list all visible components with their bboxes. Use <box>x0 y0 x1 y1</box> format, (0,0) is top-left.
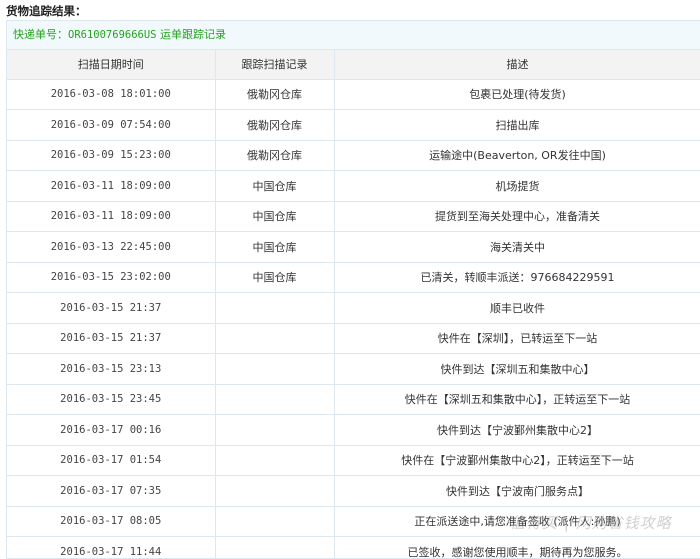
table-row: 2016-03-17 08:05 正在派送途中,请您准备签收 (派件人:孙鹏) <box>7 506 700 537</box>
page-title: 货物追踪结果： <box>6 4 87 18</box>
cell-description: 运输途中(Beaverton, OR发往中国) <box>334 140 700 171</box>
cell-description: 扫描出库 <box>334 109 700 141</box>
header-scan-time: 扫描日期时间 <box>7 50 216 80</box>
cell-scan-time: 2016-03-17 08:05 <box>7 506 216 537</box>
cell-scan-time: 2016-03-13 22:45:00 <box>7 231 216 263</box>
table-row: 2016-03-15 23:02:00 中国仓库 已清关，转顺丰派送：9766842… <box>7 262 700 293</box>
table-row: 2016-03-15 23:45 快件在【深圳五和集散中心】，正转运至下一站 <box>7 384 700 415</box>
table-row: 2016-03-17 07:35 快件到达【宁波南门服务点】 <box>7 475 700 507</box>
cell-scan-time: 2016-03-15 23:02:00 <box>7 262 216 293</box>
tracking-page: 货物追踪结果： 快递单号：OR6100769666US 运单跟踪记录 扫描日期时… <box>0 0 700 559</box>
cell-scan-time: 2016-03-09 15:23:00 <box>7 140 216 171</box>
table-body: 2016-03-08 18:01:00 俄勒冈仓库 包裹已处理(待发货) 2016-0… <box>7 79 700 558</box>
cell-scan-time: 2016-03-17 01:54 <box>7 445 216 476</box>
header-description: 描述 <box>334 50 700 80</box>
cell-scan-record: 中国仓库 <box>215 201 335 232</box>
table-row: 2016-03-13 22:45:00 中国仓库 海关清关中 <box>7 231 700 263</box>
cell-scan-time: 2016-03-11 18:09:00 <box>7 201 216 232</box>
cell-scan-record <box>215 506 335 537</box>
cell-description: 正在派送途中,请您准备签收 (派件人:孙鹏) <box>334 506 700 537</box>
cell-scan-record: 中国仓库 <box>215 231 335 263</box>
cell-scan-record <box>215 536 335 558</box>
tracking-number: OR6100769666US <box>68 29 157 41</box>
cell-description: 快件到达【深圳五和集散中心】 <box>334 353 700 385</box>
cell-description: 快件在【深圳】，已转运至下一站 <box>334 323 700 354</box>
cell-scan-record <box>215 292 335 324</box>
cell-description: 已清关，转顺丰派送：976684229591 <box>334 262 700 293</box>
table-row: 2016-03-11 18:09:00 中国仓库 机场提货 <box>7 170 700 202</box>
cell-description: 提货到至海关处理中心，准备清关 <box>334 201 700 232</box>
cell-scan-record: 俄勒冈仓库 <box>215 109 335 141</box>
table-row: 2016-03-17 11:44 已签收，感谢您使用顺丰，期待再为您服务。 <box>7 536 700 558</box>
cell-scan-time: 2016-03-15 23:45 <box>7 384 216 415</box>
table-row: 2016-03-09 15:23:00 俄勒冈仓库 运输途中(Beaverton, … <box>7 140 700 171</box>
table-row: 2016-03-11 18:09:00 中国仓库 提货到至海关处理中心，准备清关 <box>7 201 700 232</box>
cell-scan-time: 2016-03-17 07:35 <box>7 475 216 507</box>
cell-scan-time: 2016-03-17 11:44 <box>7 536 216 558</box>
table-row: 2016-03-17 01:54 快件在【宁波鄞州集散中心2】，正转运至下一站 <box>7 445 700 476</box>
cell-description: 已签收，感谢您使用顺丰，期待再为您服务。 <box>334 536 700 558</box>
cell-description: 快件到达【宁波鄞州集散中心2】 <box>334 414 700 446</box>
cell-description: 顺丰已收件 <box>334 292 700 324</box>
table-row: 2016-03-17 00:16 快件到达【宁波鄞州集散中心2】 <box>7 414 700 446</box>
tracking-panel: 快递单号：OR6100769666US 运单跟踪记录 扫描日期时间 跟踪扫描记录… <box>6 20 700 559</box>
cell-scan-record <box>215 353 335 385</box>
cell-scan-time: 2016-03-11 18:09:00 <box>7 170 216 202</box>
cell-scan-time: 2016-03-15 23:13 <box>7 353 216 385</box>
cell-scan-record <box>215 414 335 446</box>
cell-description: 包裹已处理(待发货) <box>334 79 700 110</box>
header-scan-record: 跟踪扫描记录 <box>215 50 335 80</box>
table-row: 2016-03-09 07:54:00 俄勒冈仓库 扫描出库 <box>7 109 700 141</box>
cell-scan-record: 俄勒冈仓库 <box>215 79 335 110</box>
tracking-number-label: 快递单号： <box>13 28 68 41</box>
cell-scan-record: 俄勒冈仓库 <box>215 140 335 171</box>
cell-scan-record <box>215 475 335 507</box>
cell-description: 快件在【宁波鄞州集散中心2】，正转运至下一站 <box>334 445 700 476</box>
tracking-record-link[interactable]: 运单跟踪记录 <box>160 28 226 41</box>
table-row: 2016-03-08 18:01:00 俄勒冈仓库 包裹已处理(待发货) <box>7 79 700 110</box>
table-row: 2016-03-15 21:37 快件在【深圳】，已转运至下一站 <box>7 323 700 354</box>
cell-description: 快件在【深圳五和集散中心】，正转运至下一站 <box>334 384 700 415</box>
cell-scan-time: 2016-03-15 21:37 <box>7 323 216 354</box>
cell-scan-time: 2016-03-09 07:54:00 <box>7 109 216 141</box>
cell-scan-record: 中国仓库 <box>215 170 335 202</box>
cell-scan-time: 2016-03-08 18:01:00 <box>7 79 216 110</box>
cell-scan-time: 2016-03-15 21:37 <box>7 292 216 324</box>
table-row: 2016-03-15 21:37 顺丰已收件 <box>7 292 700 324</box>
cell-scan-record <box>215 445 335 476</box>
cell-description: 快件到达【宁波南门服务点】 <box>334 475 700 507</box>
cell-description: 海关清关中 <box>334 231 700 263</box>
cell-scan-record: 中国仓库 <box>215 262 335 293</box>
tracking-table: 扫描日期时间 跟踪扫描记录 描述 2016-03-08 18:01:00 俄勒冈仓… <box>7 50 700 558</box>
cell-scan-record <box>215 384 335 415</box>
cell-scan-record <box>215 323 335 354</box>
tracking-number-bar: 快递单号：OR6100769666US 运单跟踪记录 <box>7 21 700 50</box>
table-row: 2016-03-15 23:13 快件到达【深圳五和集散中心】 <box>7 353 700 385</box>
cell-description: 机场提货 <box>334 170 700 202</box>
cell-scan-time: 2016-03-17 00:16 <box>7 414 216 446</box>
table-header-row: 扫描日期时间 跟踪扫描记录 描述 <box>7 50 700 80</box>
